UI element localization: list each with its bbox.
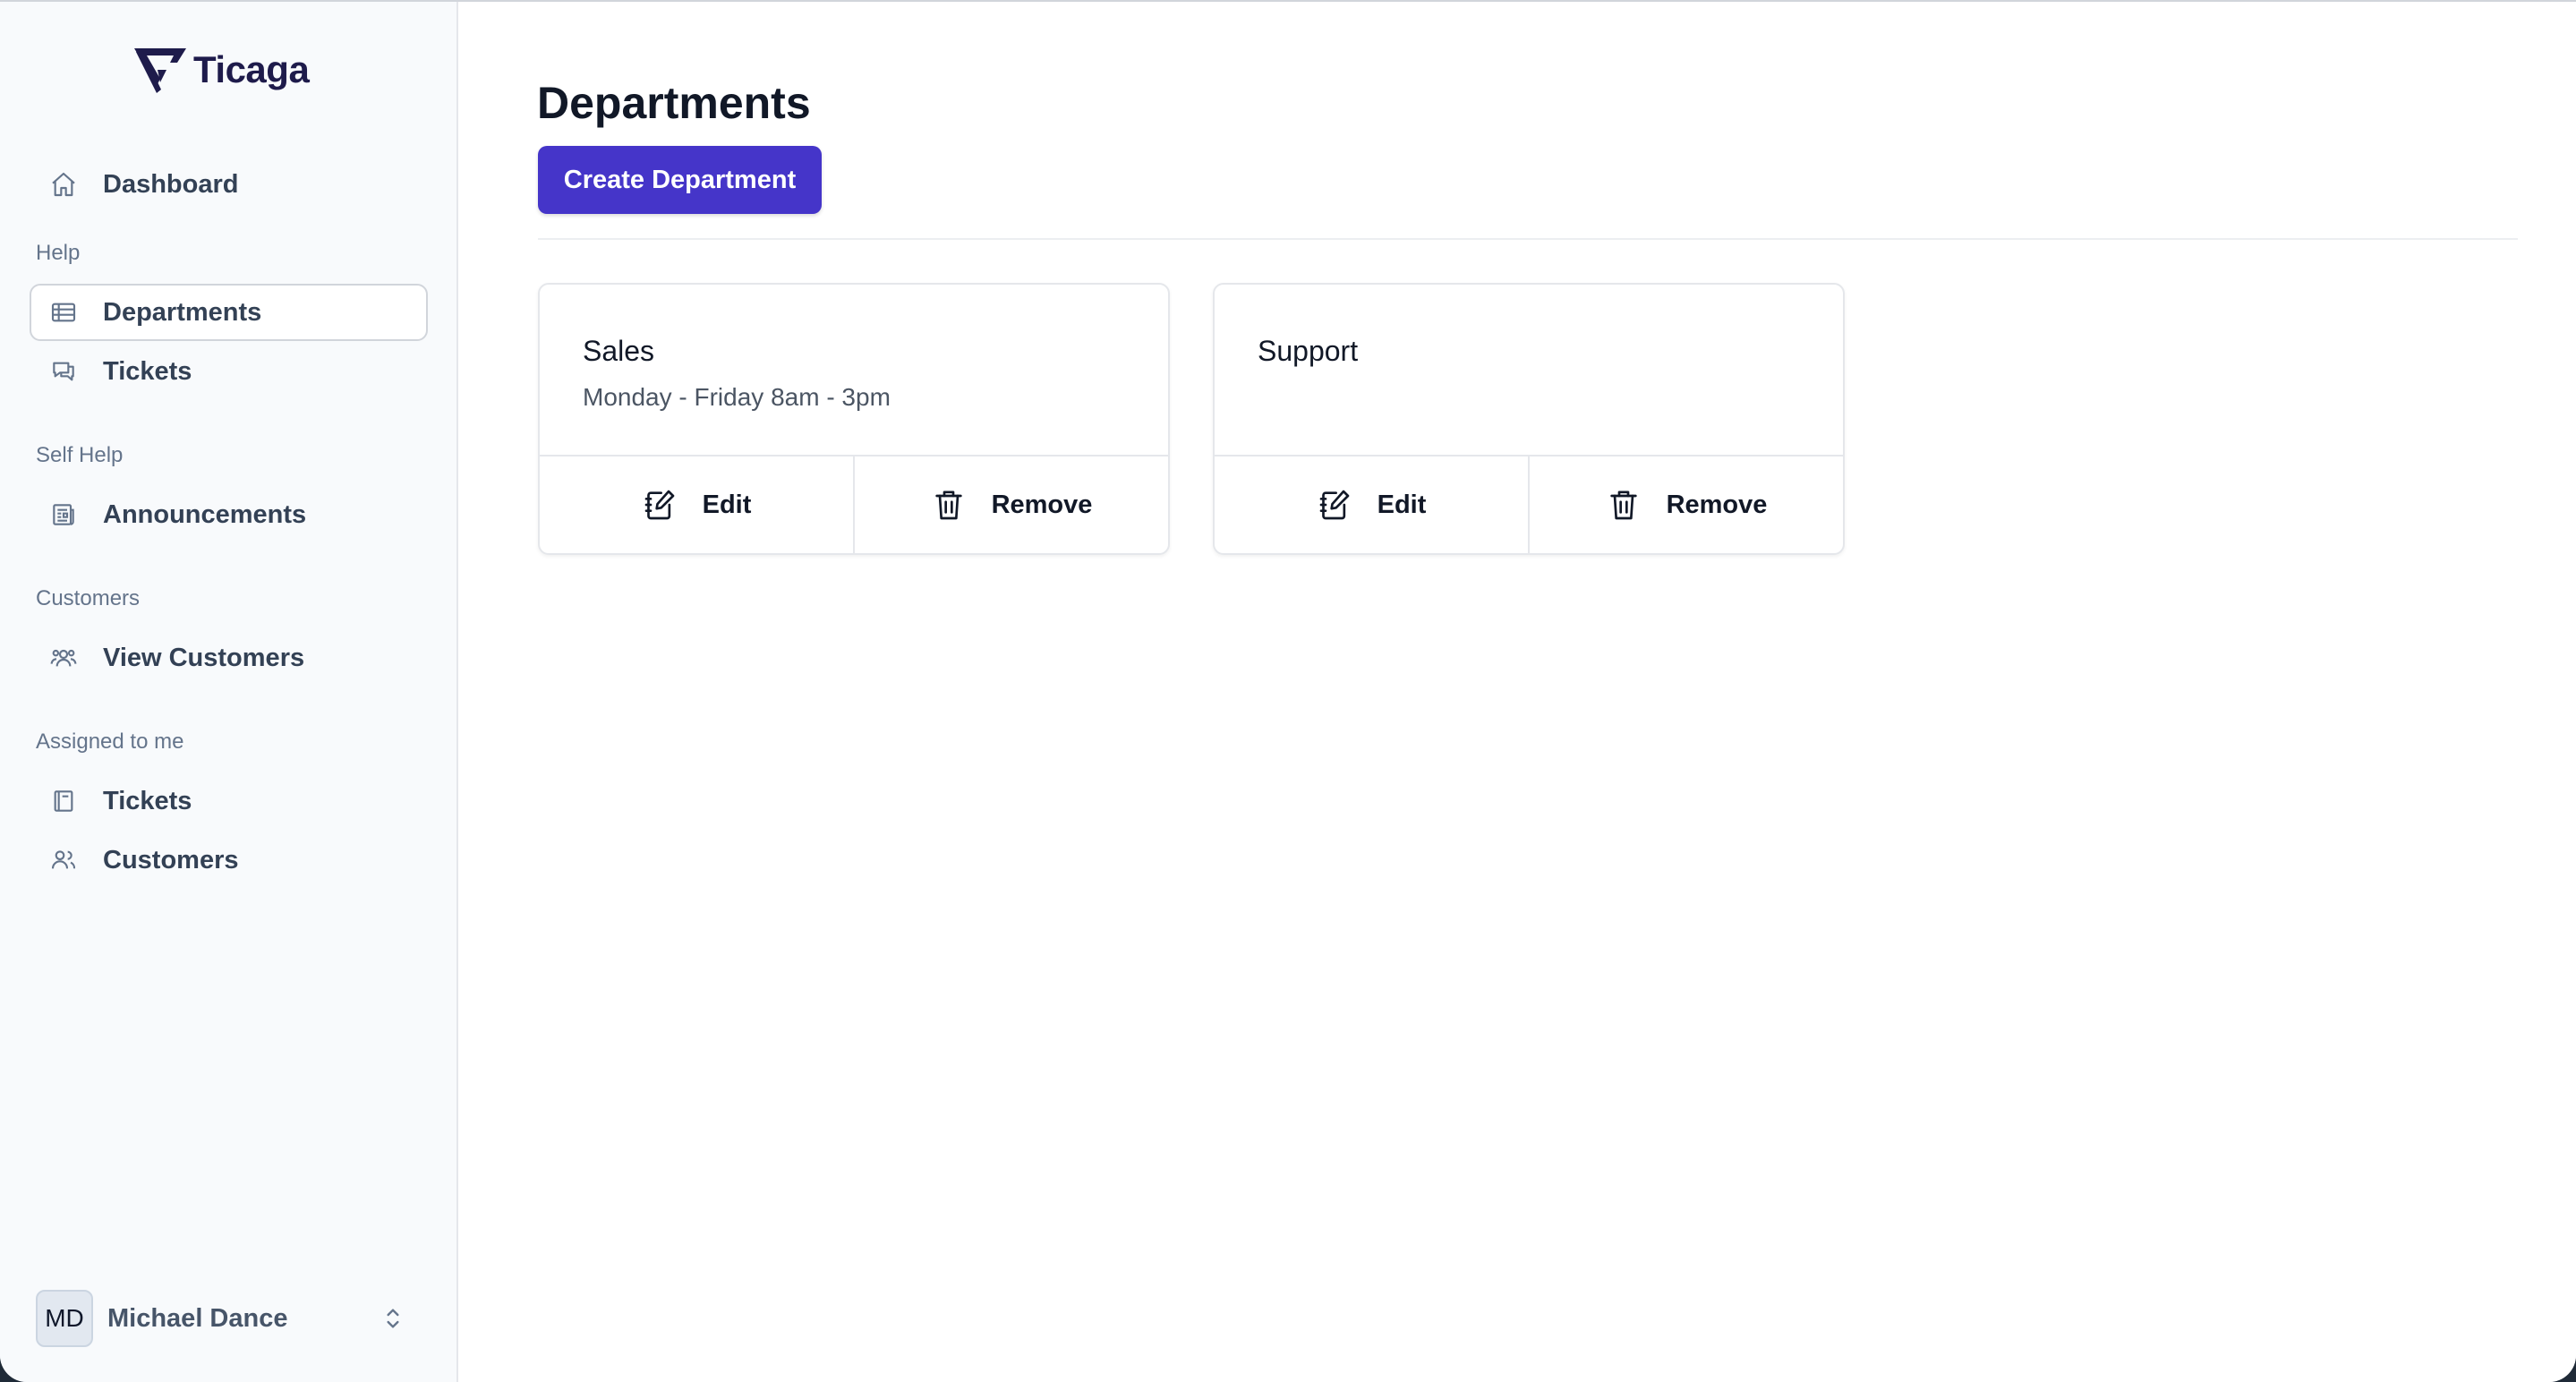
chevron-up-down-icon[interactable] xyxy=(379,1304,407,1333)
section-label-help: Help xyxy=(36,241,81,265)
logo-text: Ticaga xyxy=(193,48,310,90)
book-icon xyxy=(54,790,73,812)
sidebar-item-label: Announcements xyxy=(103,499,307,529)
trash-icon xyxy=(1609,491,1637,520)
card-actions: Edit Remove xyxy=(540,455,1168,553)
newspaper-icon xyxy=(53,504,74,525)
table-icon xyxy=(51,303,76,322)
department-hours: Monday - Friday 8am - 3pm xyxy=(583,383,891,411)
sidebar-item-label: Dashboard xyxy=(103,169,239,199)
sidebar-item-view-customers[interactable]: View Customers xyxy=(30,629,428,687)
remove-button[interactable]: Remove xyxy=(1528,456,1843,553)
sidebar-item-label: Tickets xyxy=(103,786,192,815)
edit-label: Edit xyxy=(702,490,752,519)
sidebar-item-label: Tickets xyxy=(103,356,192,386)
edit-button[interactable]: Edit xyxy=(1215,456,1528,553)
section-label-assigned: Assigned to me xyxy=(36,729,184,754)
department-name: Sales xyxy=(583,335,655,367)
remove-label: Remove xyxy=(1666,490,1768,519)
user-name: Michael Dance xyxy=(107,1303,288,1333)
card-actions: Edit Remove xyxy=(1215,455,1843,553)
create-department-button[interactable]: Create Department xyxy=(538,146,822,214)
remove-button[interactable]: Remove xyxy=(853,456,1168,553)
home-icon xyxy=(52,172,75,197)
ticaga-logo-icon xyxy=(134,48,186,93)
sidebar-item-dashboard[interactable]: Dashboard xyxy=(30,156,428,213)
logo[interactable]: Ticaga xyxy=(131,43,310,97)
section-label-customers: Customers xyxy=(36,586,141,610)
main-content: Departments Create Department Sales Mond… xyxy=(458,2,2576,1382)
edit-label: Edit xyxy=(1377,490,1427,519)
edit-icon xyxy=(1319,490,1349,520)
department-name: Support xyxy=(1258,335,1359,367)
user-menu[interactable]: MD Michael Dance xyxy=(36,1290,416,1347)
sidebar-item-assigned-tickets[interactable]: Tickets xyxy=(30,772,428,830)
user-group-icon xyxy=(50,649,77,667)
sidebar-item-tickets[interactable]: Tickets xyxy=(30,343,428,400)
department-card-sales: Sales Monday - Friday 8am - 3pm Edit Rem… xyxy=(538,283,1170,555)
users-icon xyxy=(51,850,76,869)
page-title: Departments xyxy=(537,78,811,128)
remove-label: Remove xyxy=(991,490,1093,519)
sidebar-item-label: Customers xyxy=(103,845,239,874)
sidebar-item-departments[interactable]: Departments xyxy=(30,284,428,341)
avatar: MD xyxy=(36,1290,93,1347)
sidebar-item-announcements[interactable]: Announcements xyxy=(30,486,428,543)
divider xyxy=(538,238,2518,240)
sidebar: Ticaga Dashboard Help Departments Ticket… xyxy=(0,2,458,1382)
sidebar-item-label: View Customers xyxy=(103,643,305,672)
chat-bubbles-icon xyxy=(53,362,74,381)
app-window: Ticaga Dashboard Help Departments Ticket… xyxy=(0,0,2576,1382)
department-card-support: Support Edit Remove xyxy=(1213,283,1845,555)
sidebar-item-assigned-customers[interactable]: Customers xyxy=(30,832,428,889)
trash-icon xyxy=(934,491,962,520)
edit-button[interactable]: Edit xyxy=(540,456,853,553)
edit-icon xyxy=(644,490,674,520)
section-label-self-help: Self Help xyxy=(36,443,124,467)
sidebar-item-label: Departments xyxy=(103,297,262,327)
